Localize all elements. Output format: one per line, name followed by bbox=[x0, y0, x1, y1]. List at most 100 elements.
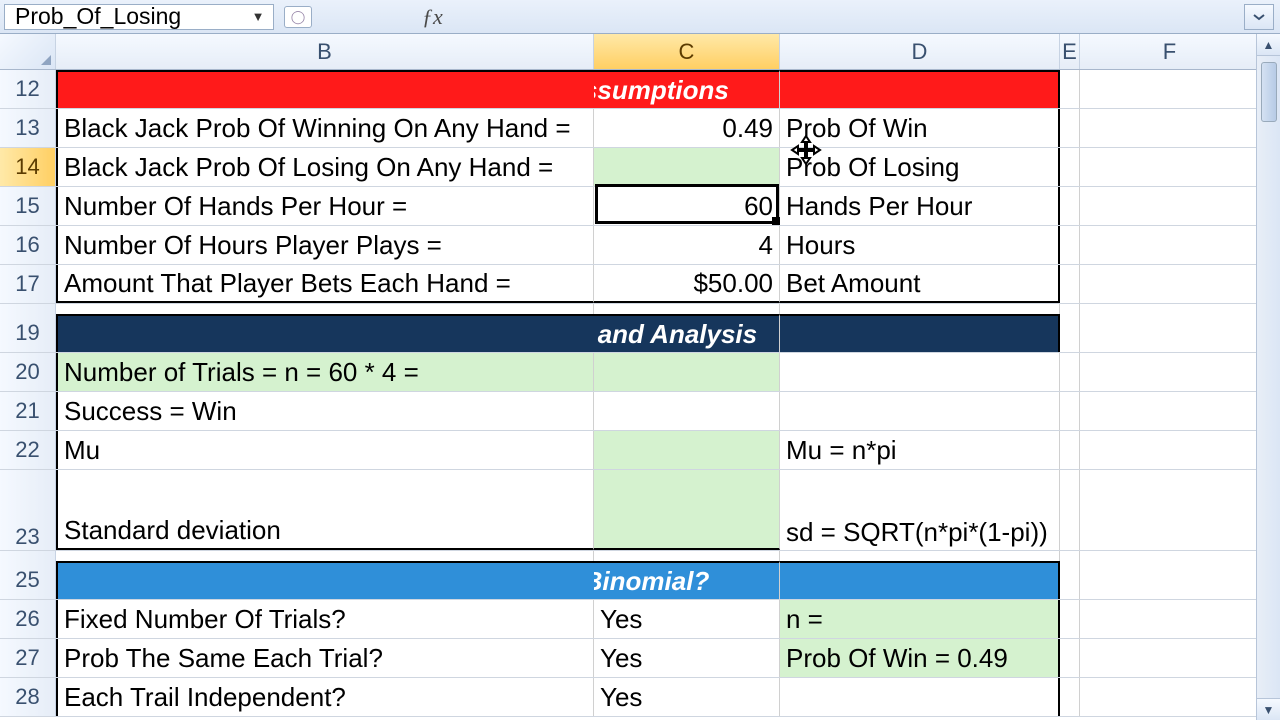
cell-B15[interactable]: Number Of Hands Per Hour = bbox=[56, 187, 594, 225]
refresh-icon[interactable]: ◯ bbox=[284, 6, 312, 28]
cell-C20[interactable] bbox=[594, 353, 780, 391]
row-header-25[interactable]: 25 bbox=[0, 561, 56, 599]
vertical-scrollbar[interactable]: ▲ ▼ bbox=[1256, 34, 1280, 720]
cell-B27[interactable]: Prob The Same Each Trial? bbox=[56, 639, 594, 677]
column-header-B[interactable]: B bbox=[56, 34, 594, 69]
cell-D16[interactable]: Hours bbox=[780, 226, 1060, 264]
cell-C17[interactable]: $50.00 bbox=[594, 265, 780, 303]
cell-D26[interactable]: n = bbox=[780, 600, 1060, 638]
cell-D19[interactable] bbox=[780, 314, 1060, 352]
cell-B19[interactable] bbox=[56, 314, 594, 352]
cell-E23[interactable] bbox=[1060, 470, 1080, 550]
cell-C27[interactable]: Yes bbox=[594, 639, 780, 677]
cell-D20[interactable] bbox=[780, 353, 1060, 391]
cell-E21[interactable] bbox=[1060, 392, 1080, 430]
row-header-15[interactable]: 15 bbox=[0, 187, 56, 225]
cell-F27[interactable] bbox=[1080, 639, 1260, 677]
row-header-16[interactable]: 16 bbox=[0, 226, 56, 264]
formula-input[interactable] bbox=[463, 4, 1244, 30]
cell-C25[interactable]: Binomial? bbox=[594, 561, 780, 599]
select-all-corner[interactable] bbox=[0, 34, 56, 69]
cell-B23[interactable]: Standard deviation bbox=[56, 470, 594, 550]
column-header-F[interactable]: F bbox=[1080, 34, 1260, 69]
cell-D15[interactable]: Hands Per Hour bbox=[780, 187, 1060, 225]
cell-E25[interactable] bbox=[1060, 561, 1080, 599]
cell-F21[interactable] bbox=[1080, 392, 1260, 430]
cell-B12[interactable] bbox=[56, 70, 594, 108]
row-header-gap-24[interactable] bbox=[0, 551, 56, 561]
row-header-19[interactable]: 19 bbox=[0, 314, 56, 352]
cell-E20[interactable] bbox=[1060, 353, 1080, 391]
cell-B13[interactable]: Black Jack Prob Of Winning On Any Hand = bbox=[56, 109, 594, 147]
row-header-12[interactable]: 12 bbox=[0, 70, 56, 108]
cell-B25[interactable] bbox=[56, 561, 594, 599]
cell-E12[interactable] bbox=[1060, 70, 1080, 108]
cell-E15[interactable] bbox=[1060, 187, 1080, 225]
column-header-C[interactable]: C bbox=[594, 34, 780, 69]
cell-F23[interactable] bbox=[1080, 470, 1260, 550]
cell-C19[interactable]: Calculations and Analysis bbox=[594, 314, 780, 352]
cell-E27[interactable] bbox=[1060, 639, 1080, 677]
cell-E22[interactable] bbox=[1060, 431, 1080, 469]
fx-icon[interactable]: ƒx bbox=[422, 4, 443, 30]
cell-C13[interactable]: 0.49 bbox=[594, 109, 780, 147]
cell-D14[interactable]: Prob Of Losing bbox=[780, 148, 1060, 186]
cell-E14[interactable] bbox=[1060, 148, 1080, 186]
cell-B14[interactable]: Black Jack Prob Of Losing On Any Hand = bbox=[56, 148, 594, 186]
cell-F26[interactable] bbox=[1080, 600, 1260, 638]
cell-D17[interactable]: Bet Amount bbox=[780, 265, 1060, 303]
cell-E17[interactable] bbox=[1060, 265, 1080, 303]
cell-F15[interactable] bbox=[1080, 187, 1260, 225]
cell-D25[interactable] bbox=[780, 561, 1060, 599]
cell-B17[interactable]: Amount That Player Bets Each Hand = bbox=[56, 265, 594, 303]
cell-D23[interactable]: sd = SQRT(n*pi*(1-pi)) bbox=[780, 470, 1060, 550]
cell-C15[interactable]: 60 bbox=[594, 187, 780, 225]
row-header-22[interactable]: 22 bbox=[0, 431, 56, 469]
cell-D22[interactable]: Mu = n*pi bbox=[780, 431, 1060, 469]
cell-B16[interactable]: Number Of Hours Player Plays = bbox=[56, 226, 594, 264]
cell-B20[interactable]: Number of Trials = n = 60 * 4 = bbox=[56, 353, 594, 391]
row-header-23[interactable]: 23 bbox=[0, 470, 56, 550]
name-box-dropdown-icon[interactable]: ▼ bbox=[249, 9, 267, 24]
cell-D27[interactable]: Prob Of Win = 0.49 bbox=[780, 639, 1060, 677]
cell-F14[interactable] bbox=[1080, 148, 1260, 186]
row-header-gap-18[interactable] bbox=[0, 304, 56, 314]
cell-B21[interactable]: Success = Win bbox=[56, 392, 594, 430]
cell-F17[interactable] bbox=[1080, 265, 1260, 303]
cell-C28[interactable]: Yes bbox=[594, 678, 780, 716]
cell-F22[interactable] bbox=[1080, 431, 1260, 469]
cell-C23[interactable] bbox=[594, 470, 780, 550]
cell-E13[interactable] bbox=[1060, 109, 1080, 147]
row-header-27[interactable]: 27 bbox=[0, 639, 56, 677]
row-header-21[interactable]: 21 bbox=[0, 392, 56, 430]
scroll-down-icon[interactable]: ▼ bbox=[1257, 698, 1280, 720]
cell-F16[interactable] bbox=[1080, 226, 1260, 264]
cell-D12[interactable] bbox=[780, 70, 1060, 108]
expand-formula-bar-icon[interactable] bbox=[1244, 4, 1274, 30]
row-header-17[interactable]: 17 bbox=[0, 265, 56, 303]
cell-B26[interactable]: Fixed Number Of Trials? bbox=[56, 600, 594, 638]
cell-C21[interactable] bbox=[594, 392, 780, 430]
cell-C12[interactable]: Assumptions bbox=[594, 70, 780, 108]
cell-C16[interactable]: 4 bbox=[594, 226, 780, 264]
scroll-up-icon[interactable]: ▲ bbox=[1257, 34, 1280, 56]
cell-E26[interactable] bbox=[1060, 600, 1080, 638]
cell-C14[interactable] bbox=[594, 148, 780, 186]
cell-D13[interactable]: Prob Of Win bbox=[780, 109, 1060, 147]
cell-F12[interactable] bbox=[1080, 70, 1260, 108]
cell-F25[interactable] bbox=[1080, 561, 1260, 599]
cell-D28[interactable] bbox=[780, 678, 1060, 716]
cell-D21[interactable] bbox=[780, 392, 1060, 430]
cell-C26[interactable]: Yes bbox=[594, 600, 780, 638]
cell-E16[interactable] bbox=[1060, 226, 1080, 264]
row-header-28[interactable]: 28 bbox=[0, 678, 56, 716]
cell-F19[interactable] bbox=[1080, 314, 1260, 352]
cell-B28[interactable]: Each Trail Independent? bbox=[56, 678, 594, 716]
cell-E19[interactable] bbox=[1060, 314, 1080, 352]
row-header-14[interactable]: 14 bbox=[0, 148, 56, 186]
cell-C22[interactable] bbox=[594, 431, 780, 469]
cell-F13[interactable] bbox=[1080, 109, 1260, 147]
cell-B22[interactable]: Mu bbox=[56, 431, 594, 469]
cell-E28[interactable] bbox=[1060, 678, 1080, 716]
row-header-13[interactable]: 13 bbox=[0, 109, 56, 147]
